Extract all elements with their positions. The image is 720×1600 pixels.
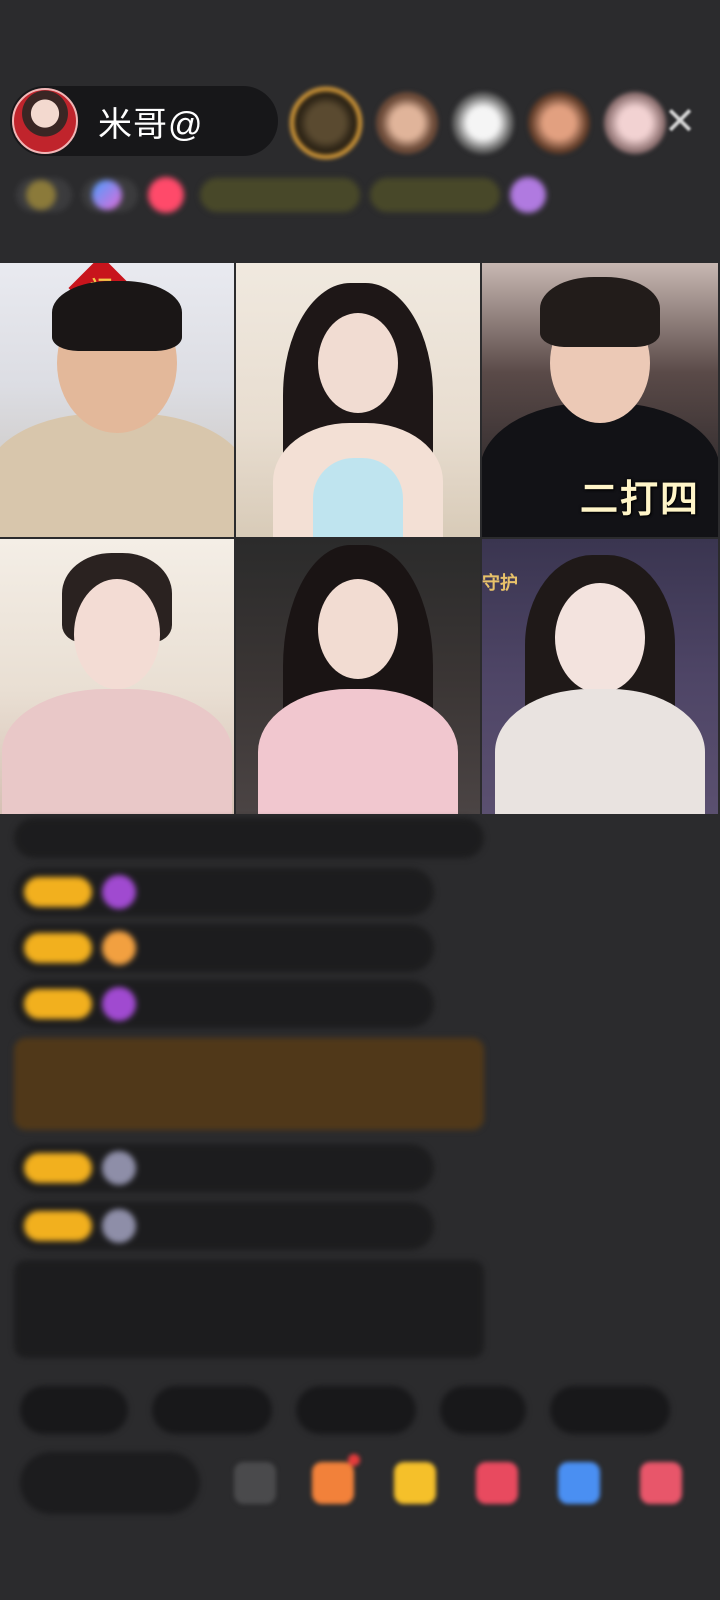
- video-tile[interactable]: 二打四: [482, 263, 720, 539]
- info-chip[interactable]: [148, 177, 190, 213]
- user-icon: [102, 1209, 136, 1243]
- video-grid: 福 二打四 守护: [0, 263, 720, 816]
- close-icon[interactable]: ✕: [660, 100, 700, 144]
- emoji-icon[interactable]: [234, 1462, 276, 1504]
- chat-input[interactable]: [20, 1452, 200, 1514]
- info-chip[interactable]: [200, 178, 360, 212]
- host-name: 米哥@: [98, 105, 204, 144]
- user-icon: [102, 931, 136, 965]
- quick-reply-button[interactable]: [550, 1386, 670, 1434]
- share-icon[interactable]: [558, 1462, 600, 1504]
- viewer-avatar[interactable]: [290, 87, 362, 159]
- tile-tag: 守护: [482, 573, 518, 593]
- video-tile[interactable]: 福: [0, 263, 236, 539]
- chat-message-highlight[interactable]: [14, 1038, 484, 1130]
- host-info-pill[interactable]: 米哥@: [10, 86, 278, 156]
- user-icon: [102, 1151, 136, 1185]
- video-tile[interactable]: [0, 539, 236, 816]
- level-badge: [24, 1153, 92, 1183]
- more-icon[interactable]: [640, 1462, 682, 1504]
- viewer-avatar[interactable]: [452, 92, 514, 154]
- chat-message-system[interactable]: [14, 1260, 484, 1358]
- tile-caption: 二打四: [579, 479, 700, 521]
- room-info-row: [16, 172, 706, 218]
- quick-reply-button[interactable]: [440, 1386, 526, 1434]
- viewer-avatar-list: [290, 87, 666, 159]
- chat-message[interactable]: [14, 1144, 434, 1192]
- info-chip[interactable]: [510, 177, 552, 213]
- viewer-avatar[interactable]: [376, 92, 438, 154]
- user-icon: [102, 875, 136, 909]
- viewer-avatar[interactable]: [604, 92, 666, 154]
- quick-reply-row: [20, 1386, 720, 1436]
- info-chip[interactable]: [82, 178, 138, 212]
- chat-message[interactable]: [14, 980, 434, 1028]
- level-badge: [24, 877, 92, 907]
- bottom-toolbar: [20, 1452, 720, 1516]
- video-tile[interactable]: 守护: [482, 539, 720, 816]
- level-badge: [24, 989, 92, 1019]
- video-tile[interactable]: [236, 539, 482, 816]
- quick-reply-button[interactable]: [296, 1386, 416, 1434]
- gift-box-icon[interactable]: [312, 1454, 360, 1504]
- quick-reply-button[interactable]: [152, 1386, 272, 1434]
- chat-message[interactable]: [14, 1202, 434, 1250]
- chat-message[interactable]: [14, 924, 434, 972]
- level-badge: [24, 1211, 92, 1241]
- info-chip[interactable]: [370, 178, 500, 212]
- video-tile[interactable]: [236, 263, 482, 539]
- info-chip[interactable]: [16, 178, 72, 212]
- red-packet-icon[interactable]: [476, 1462, 518, 1504]
- gift-icon[interactable]: [394, 1462, 436, 1504]
- chat-message[interactable]: [14, 868, 434, 916]
- level-badge: [24, 933, 92, 963]
- chat-message[interactable]: [14, 818, 484, 858]
- host-avatar[interactable]: [12, 88, 78, 154]
- user-icon: [102, 987, 136, 1021]
- quick-reply-button[interactable]: [20, 1386, 128, 1434]
- viewer-avatar[interactable]: [528, 92, 590, 154]
